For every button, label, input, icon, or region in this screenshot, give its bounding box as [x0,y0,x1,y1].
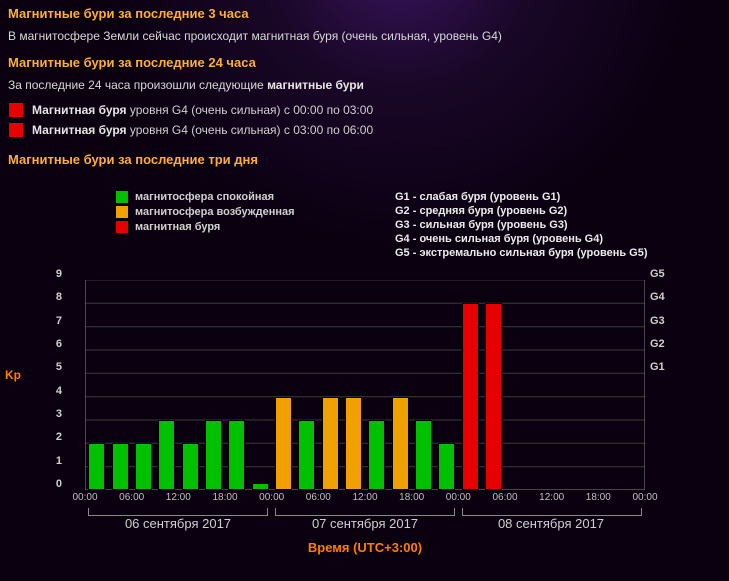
event-bold: Магнитная буря [32,123,127,137]
glevel-g1: G1 - слабая буря (уровень G1) [395,190,648,204]
ytick: 7 [56,315,62,327]
gtick: G1 [650,361,665,373]
kp-axis-label: Kp [5,368,21,382]
bar [438,443,455,490]
day-label-2: 07 сентября 2017 [272,516,458,531]
gtick: G5 [650,268,665,280]
bar [345,397,362,490]
glevel-g3: G3 - сильная буря (уровень G3) [395,218,648,232]
bar [275,397,292,490]
legend-calm: магнитосфера спокойная [135,191,274,203]
bar [158,420,175,490]
gtick: G4 [650,291,665,303]
bar [415,420,432,490]
bar [392,397,409,490]
xtick: 12:00 [539,492,564,503]
ytick: 1 [56,455,62,467]
heading-3h: Магнитные бури за последние 3 часа [8,6,721,21]
bar [88,443,105,490]
ytick: 6 [56,338,62,350]
xtick: 18:00 [586,492,611,503]
day-bracket-icon [275,508,455,516]
event-row: Магнитная буря уровня G4 (очень сильная)… [8,102,721,118]
heading-3d: Магнитные бури за последние три дня [8,152,721,167]
xtick: 06:00 [119,492,144,503]
bar [135,443,152,490]
bar [182,443,199,490]
bar [112,443,129,490]
intro-24h-text: За последние 24 часа произошли следующие [8,78,267,92]
ytick: 5 [56,361,62,373]
ytick: 2 [56,431,62,443]
bar [298,420,315,490]
xtick: 12:00 [352,492,377,503]
bar [322,397,339,490]
heading-24h: Магнитные бури за последние 24 часа [8,55,721,70]
storm-icon [8,102,24,118]
legend-swatch-storm-icon [115,220,129,234]
legend-swatch-excited-icon [115,205,129,219]
event-text: уровня G4 (очень сильная) с 00:00 по 03:… [127,103,374,117]
ytick: 8 [56,291,62,303]
bar [228,420,245,490]
status-3h: В магнитосфере Земли сейчас происходит м… [8,29,721,43]
gtick: G2 [650,338,665,350]
ytick: 4 [56,385,62,397]
xtick: 06:00 [492,492,517,503]
bar [205,420,222,490]
gtick: G3 [650,315,665,327]
events-24h: Магнитная буря уровня G4 (очень сильная)… [8,102,721,138]
glevel-g4: G4 - очень сильная буря (уровень G4) [395,232,648,246]
legend-excited: магнитосфера возбужденная [135,206,295,218]
xtick: 06:00 [306,492,331,503]
day-label-1: 06 сентября 2017 [85,516,271,531]
glevel-g2: G2 - средняя буря (уровень G2) [395,204,648,218]
intro-24h: За последние 24 часа произошли следующие… [8,78,721,92]
legend-swatch-calm-icon [115,190,129,204]
bar [368,420,385,490]
xtick: 00:00 [446,492,471,503]
chart-legend: магнитосфера спокойная магнитосфера возб… [115,190,295,235]
xtick: 12:00 [166,492,191,503]
ytick: 9 [56,268,62,280]
bar [462,303,479,490]
storm-icon [8,122,24,138]
g-level-descriptions: G1 - слабая буря (уровень G1) G2 - средн… [395,190,648,260]
xtick: 00:00 [259,492,284,503]
plot-area [85,280,645,490]
ytick: 3 [56,408,62,420]
xtick: 18:00 [212,492,237,503]
intro-24h-bold: магнитные бури [267,78,364,92]
xtick: 18:00 [399,492,424,503]
glevel-g5: G5 - экстремально сильная буря (уровень … [395,246,648,260]
event-text: уровня G4 (очень сильная) с 03:00 по 06:… [127,123,374,137]
bar [485,303,502,490]
event-bold: Магнитная буря [32,103,127,117]
day-bracket-icon [462,508,642,516]
ytick: 0 [56,478,62,490]
bar [252,483,269,490]
xtick: 00:00 [72,492,97,503]
day-label-3: 08 сентября 2017 [458,516,644,531]
event-row: Магнитная буря уровня G4 (очень сильная)… [8,122,721,138]
day-bracket-icon [88,508,268,516]
chart: магнитосфера спокойная магнитосфера возб… [30,190,700,570]
legend-storm: магнитная буря [135,221,220,233]
xtick: 00:00 [632,492,657,503]
x-axis-label: Время (UTC+3:00) [30,540,700,555]
